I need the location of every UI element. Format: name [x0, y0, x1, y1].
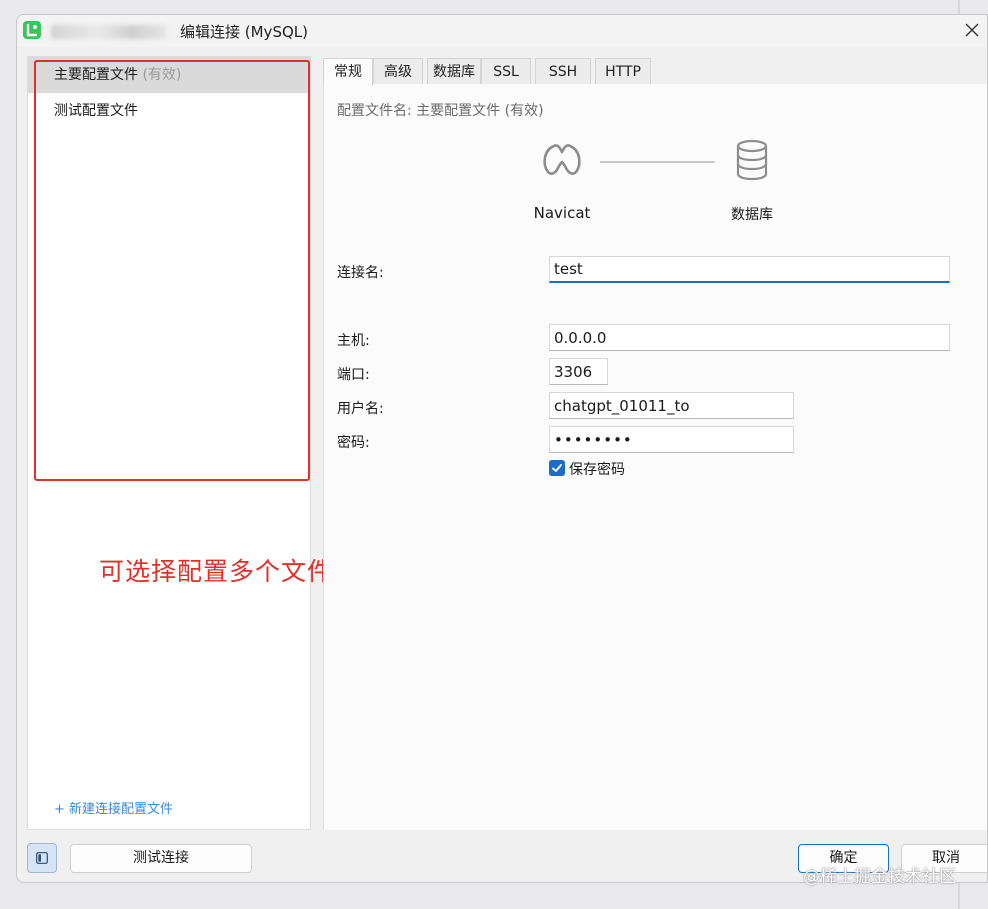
username-label: 用户名:: [337, 401, 384, 417]
database-icon: [736, 139, 768, 181]
save-password-label[interactable]: 保存密码: [569, 459, 625, 479]
test-connection-button[interactable]: 测试连接: [70, 844, 252, 873]
connection-name-input[interactable]: [549, 256, 950, 283]
connection-name-label: 连接名:: [337, 265, 384, 281]
navicat-label: Navicat: [533, 204, 591, 222]
profile-name-line: 配置文件名: 主要配置文件 (有效): [337, 100, 544, 120]
host-input[interactable]: [549, 324, 950, 351]
password-input[interactable]: [549, 426, 794, 453]
tab-ssh[interactable]: SSH: [535, 58, 591, 85]
close-icon[interactable]: [961, 19, 983, 41]
database-label: 数据库: [731, 207, 773, 223]
title-bar: 编辑连接 (MySQL): [17, 15, 987, 47]
profile-name-value: 主要配置文件 (有效): [416, 103, 544, 119]
window-title: 编辑连接 (MySQL): [180, 23, 308, 41]
profile-list-panel: 主要配置文件 (有效) 测试配置文件 + 新建连接配置文件: [27, 56, 311, 830]
tab-advanced[interactable]: 高级: [373, 58, 423, 85]
tab-http[interactable]: HTTP: [595, 58, 651, 85]
save-password-checkbox[interactable]: [549, 460, 565, 476]
username-input[interactable]: [549, 392, 794, 419]
profile-item-status: (有效): [142, 67, 182, 83]
tab-general[interactable]: 常规: [323, 58, 373, 86]
navicat-logo-icon: [543, 144, 581, 175]
annotation-text: 可选择配置多个文件: [99, 557, 334, 586]
blurred-connection-name: [51, 25, 167, 39]
general-settings-panel: 配置文件名: 主要配置文件 (有效) Navicat 数据库 连接名: 主机: …: [323, 84, 987, 830]
password-label: 密码:: [337, 435, 370, 451]
connection-line: [600, 161, 715, 163]
profile-item-label: 主要配置文件: [54, 67, 138, 83]
sidebar-toggle-button[interactable]: [27, 843, 57, 873]
tab-database[interactable]: 数据库: [427, 58, 481, 85]
host-label: 主机:: [337, 333, 370, 349]
profile-name-label: 配置文件名:: [337, 103, 412, 119]
tab-ssl[interactable]: SSL: [481, 58, 531, 85]
new-profile-link[interactable]: + 新建连接配置文件: [54, 798, 173, 817]
profile-item-label: 测试配置文件: [54, 103, 138, 119]
edit-connection-dialog: 编辑连接 (MySQL) 主要配置文件 (有效) 测试配置文件 + 新建连接配置…: [16, 14, 988, 883]
profile-item-main[interactable]: 主要配置文件 (有效): [28, 57, 310, 93]
profile-item-test[interactable]: 测试配置文件: [28, 93, 310, 129]
watermark: @稀土掘金技术社区: [803, 867, 956, 887]
navicat-app-icon: [23, 21, 41, 39]
port-label: 端口:: [337, 367, 370, 383]
sidebar-panel-icon: [36, 852, 48, 864]
port-input[interactable]: [549, 358, 608, 385]
